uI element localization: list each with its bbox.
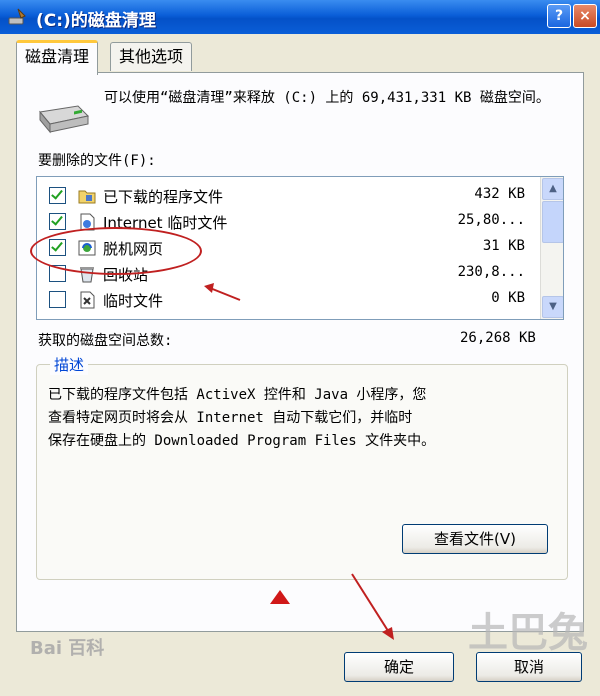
file-name: 临时文件: [103, 292, 164, 310]
files-to-delete-label: 要删除的文件(F):: [38, 153, 156, 169]
tb-watermark: 土巴兔: [468, 610, 588, 656]
file-size: 0 KB: [491, 290, 525, 306]
hard-drive-icon: [39, 105, 90, 134]
scroll-thumb[interactable]: [542, 201, 563, 243]
checkbox[interactable]: [49, 213, 66, 230]
tab-disk-cleanup[interactable]: 磁盘清理: [16, 40, 99, 75]
view-files-button[interactable]: 查看文件(V): [402, 524, 548, 554]
disk-cleanup-icon: [8, 8, 26, 25]
total-space-label: 获取的磁盘空间总数:: [38, 333, 173, 349]
close-button[interactable]: ×: [573, 4, 597, 28]
checkbox[interactable]: [49, 291, 66, 308]
description-title: 描述: [50, 354, 89, 375]
temp-file-icon: [80, 291, 95, 309]
checkbox[interactable]: [49, 187, 66, 204]
file-size: 432 KB: [474, 186, 525, 202]
annotation-circle: [30, 227, 202, 275]
title-bar: (C:)的磁盘清理 ? ×: [0, 0, 600, 34]
file-size: 25,80...: [457, 212, 525, 228]
folder-program-icon: [78, 190, 96, 204]
list-item[interactable]: 临时文件 0 KB: [37, 287, 537, 313]
file-size: 230,8...: [457, 264, 525, 280]
summary-text: 可以使用“磁盘清理”来释放 (C:) 上的 69,431,331 KB 磁盘空间…: [104, 90, 550, 106]
scroll-down-icon[interactable]: ▼: [542, 296, 563, 318]
ok-button[interactable]: 确定: [344, 652, 454, 682]
file-size: 31 KB: [482, 238, 525, 254]
help-button[interactable]: ?: [547, 4, 571, 28]
window-title: (C:)的磁盘清理: [36, 11, 156, 31]
list-scrollbar[interactable]: ▲ ▼: [540, 177, 563, 319]
tab-more-options[interactable]: 其他选项: [110, 42, 193, 71]
scroll-up-icon[interactable]: ▲: [542, 178, 563, 200]
file-name: 已下载的程序文件: [103, 188, 224, 206]
total-space-value: 26,268 KB: [460, 330, 536, 346]
list-item[interactable]: 已下载的程序文件 432 KB: [37, 183, 537, 209]
baidu-watermark: Bai 百科: [30, 638, 105, 659]
description-text: 已下载的程序文件包括 ActiveX 控件和 Java 小程序，您 查看特定网页…: [48, 387, 436, 449]
